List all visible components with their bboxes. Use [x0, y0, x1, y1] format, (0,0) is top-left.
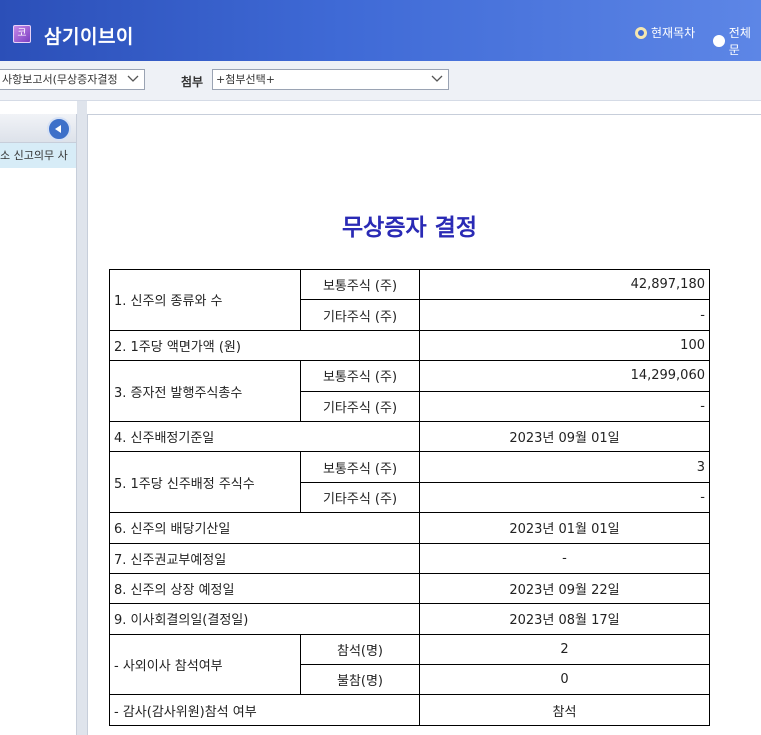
radio-all-toc[interactable]: 전체문	[713, 24, 761, 58]
attach-select-value: +첨부선택+	[216, 73, 275, 86]
row-label: 2. 1주당 액면가액 (원)	[109, 329, 420, 362]
chevron-down-icon	[431, 75, 443, 82]
row-value: -	[419, 299, 710, 331]
radio-current-label: 현재목차	[651, 26, 696, 40]
table-row: 9. 이사회결의일(결정일) 2023년 08월 17일	[109, 603, 710, 635]
company-logo-icon: 코	[13, 25, 31, 43]
row-value: 42,897,180	[419, 268, 710, 301]
row-value: -	[419, 542, 710, 574]
attach-label: 첨부	[181, 75, 204, 89]
report-select-value: 사항보고서(무상증자결정	[2, 73, 118, 86]
row-sub-label: 보통주식 (주)	[300, 360, 420, 392]
chevron-down-icon	[127, 75, 139, 82]
company-name: 삼기이브이	[44, 26, 134, 48]
row-label: 3. 증자전 발행주식총수	[109, 360, 301, 422]
table-row: 4. 신주배정기준일 2023년 09월 01일	[109, 420, 710, 453]
row-value: 2023년 08월 17일	[419, 603, 710, 635]
row-label: 9. 이사회결의일(결정일)	[109, 603, 420, 635]
disclosure-table: 1. 신주의 종류와 수 보통주식 (주) 42,897,180 기타주식 (주…	[109, 268, 710, 726]
row-label: 5. 1주당 신주배정 주식수	[109, 451, 301, 514]
row-sub-label: 불참(명)	[300, 664, 420, 696]
row-value: 0	[419, 664, 710, 696]
row-sub-label: 기타주식 (주)	[300, 390, 420, 422]
radio-checked-icon[interactable]	[635, 26, 647, 39]
table-row: - 사외이사 참석여부 참석(명) 2	[109, 633, 710, 696]
row-sub-label: 보통주식 (주)	[300, 268, 420, 301]
row-value: 3	[419, 451, 710, 483]
row-label: 4. 신주배정기준일	[109, 420, 420, 453]
document-title: 무상증자 결정	[342, 214, 477, 241]
row-value: 참석	[419, 694, 710, 726]
table-row: - 감사(감사위원)참석 여부 참석	[109, 694, 710, 726]
toc-pane-header	[0, 114, 76, 143]
row-value: 14,299,060	[419, 360, 710, 392]
row-value: 2023년 01월 01일	[419, 512, 710, 544]
collapse-left-icon[interactable]	[47, 117, 71, 141]
row-sub-label: 보통주식 (주)	[300, 451, 420, 483]
table-row: 1. 신주의 종류와 수 보통주식 (주) 42,897,180	[109, 268, 710, 331]
row-sub-label: 참석(명)	[300, 633, 420, 666]
row-label: 6. 신주의 배당기산일	[109, 512, 420, 544]
toc-item[interactable]: 소 신고의무 사	[0, 143, 76, 168]
row-sub-label: 기타주식 (주)	[300, 299, 420, 331]
row-value: 2023년 09월 22일	[419, 572, 710, 605]
row-value: -	[419, 481, 710, 514]
row-value: -	[419, 390, 710, 422]
attach-select[interactable]: +첨부선택+	[212, 69, 449, 90]
row-label: 8. 신주의 상장 예정일	[109, 572, 420, 605]
table-row: 6. 신주의 배당기산일 2023년 01월 01일	[109, 512, 710, 544]
row-sub-label: 기타주식 (주)	[300, 481, 420, 514]
radio-current-toc[interactable]: 현재목차	[635, 24, 695, 41]
report-select[interactable]: 사항보고서(무상증자결정	[0, 69, 145, 90]
document-viewer: 무상증자 결정 1. 신주의 종류와 수 보통주식 (주) 42,897,180…	[87, 114, 761, 735]
table-row: 8. 신주의 상장 예정일 2023년 09월 22일	[109, 572, 710, 605]
pane-divider	[77, 101, 87, 735]
radio-unchecked-icon[interactable]	[713, 35, 725, 47]
toolbar: 사항보고서(무상증자결정 첨부 +첨부선택+	[0, 61, 761, 101]
row-label: - 감사(감사위원)참석 여부	[109, 694, 420, 726]
row-value: 2	[419, 633, 710, 666]
row-value: 2023년 09월 01일	[419, 420, 710, 453]
table-row: 2. 1주당 액면가액 (원) 100	[109, 329, 710, 362]
row-label: - 사외이사 참석여부	[109, 633, 301, 696]
radio-all-label: 전체문	[728, 26, 751, 57]
table-row: 3. 증자전 발행주식총수 보통주식 (주) 14,299,060	[109, 360, 710, 422]
toc-pane: 소 신고의무 사	[0, 114, 77, 735]
table-row: 5. 1주당 신주배정 주식수 보통주식 (주) 3	[109, 451, 710, 514]
app-header: 코 삼기이브이 현재목차 전체문	[0, 0, 761, 61]
row-value: 100	[419, 329, 710, 362]
row-label: 1. 신주의 종류와 수	[109, 269, 301, 331]
row-label: 7. 신주권교부예정일	[109, 542, 420, 574]
table-row: 7. 신주권교부예정일 -	[109, 542, 710, 574]
